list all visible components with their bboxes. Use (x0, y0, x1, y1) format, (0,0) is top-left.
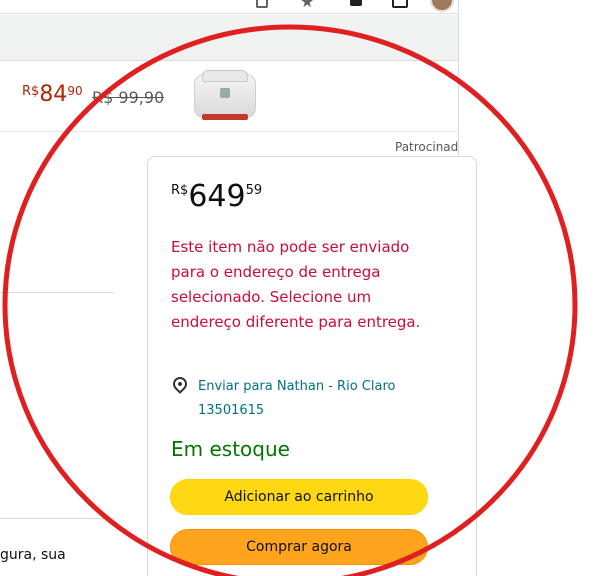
appliance-lid (202, 70, 248, 82)
buybox-price-fraction: 59 (245, 183, 263, 198)
bookmark-icon[interactable] (256, 0, 268, 8)
window-icon[interactable] (392, 0, 408, 8)
left-divider (0, 292, 114, 293)
star-icon[interactable]: ★ (300, 0, 314, 11)
add-to-cart-button[interactable]: Adicionar ao carrinho (170, 479, 428, 515)
appliance-red-strip (202, 114, 248, 120)
sponsored-price: R$8490 (22, 82, 83, 107)
stock-status: Em estoque (171, 437, 290, 461)
ship-to-zip[interactable]: 13501615 (198, 399, 438, 423)
buybox-price-whole: 649 (188, 179, 246, 214)
sponsored-product-row[interactable]: R$8490 R$ 99,90 (0, 62, 458, 132)
extensions-icon[interactable] (350, 0, 362, 6)
appliance-badge (220, 88, 230, 98)
page-background-right (458, 0, 598, 576)
sponsored-product-image[interactable] (190, 68, 262, 128)
ship-to-name[interactable]: Enviar para Nathan - Rio Claro (198, 375, 438, 399)
buy-now-button[interactable]: Comprar agora (170, 529, 428, 565)
location-pin-icon (170, 374, 190, 394)
sponsored-label[interactable]: Patrocinado (395, 140, 458, 154)
left-divider (0, 518, 114, 519)
sponsored-price-whole: 84 (39, 82, 68, 107)
left-content-text: gura, sua (0, 547, 66, 563)
sponsored-price-fraction: 90 (67, 84, 83, 98)
profile-avatar[interactable] (430, 0, 454, 12)
ship-to-link[interactable]: Enviar para Nathan - Rio Claro 13501615 (198, 375, 438, 423)
shipping-warning: Este item não pode ser enviado para o en… (171, 238, 421, 331)
buy-box: R$64959 Este item não pode ser enviado p… (147, 156, 477, 576)
browser-toolbar: ★ (0, 0, 458, 14)
buybox-price-currency: R$ (171, 183, 189, 198)
sponsored-price-currency: R$ (22, 84, 40, 99)
buybox-price: R$64959 (171, 179, 262, 214)
sponsored-old-price: R$ 99,90 (92, 88, 165, 107)
subnav-strip (0, 15, 458, 61)
